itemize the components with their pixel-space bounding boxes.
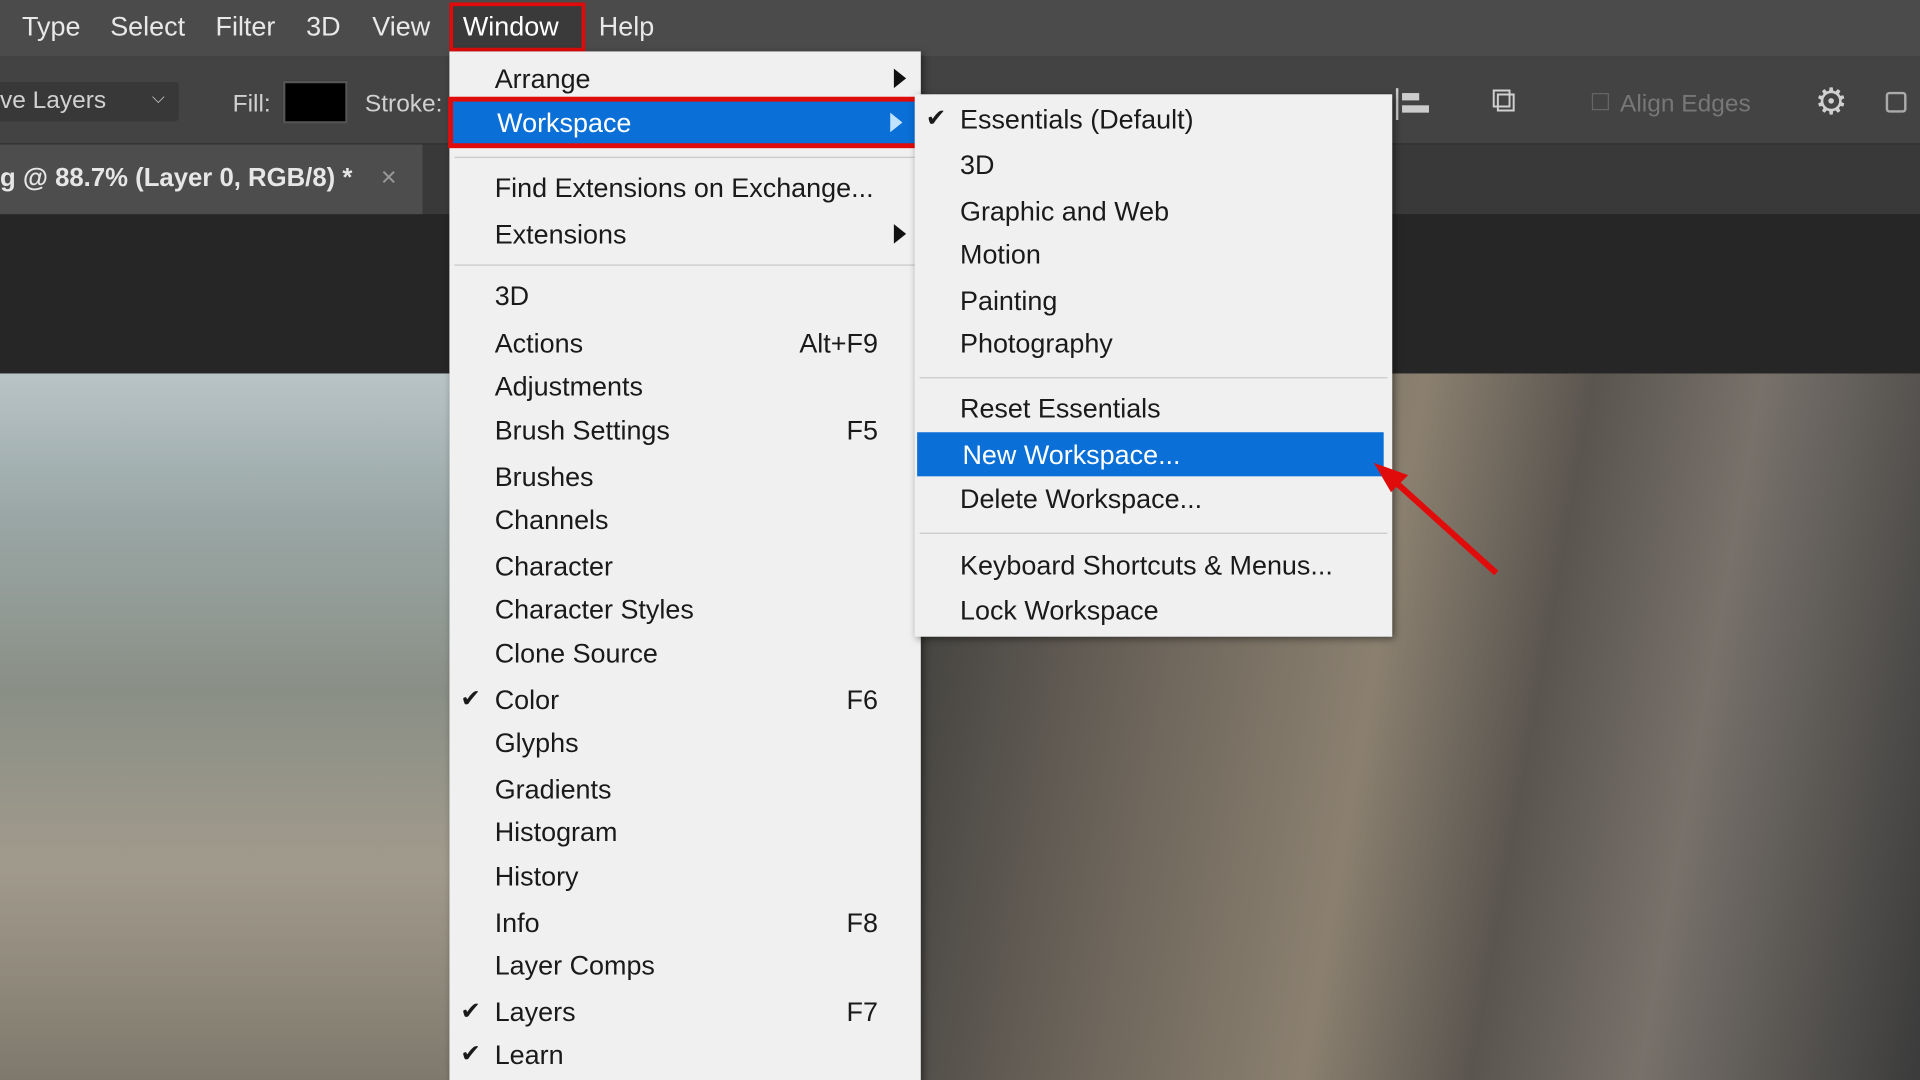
photoshop-window: Type Select Filter 3D View Window Help v… (0, 0, 1920, 1080)
annotation-arrow (1373, 462, 1499, 576)
arrow-shaft (1393, 480, 1499, 576)
